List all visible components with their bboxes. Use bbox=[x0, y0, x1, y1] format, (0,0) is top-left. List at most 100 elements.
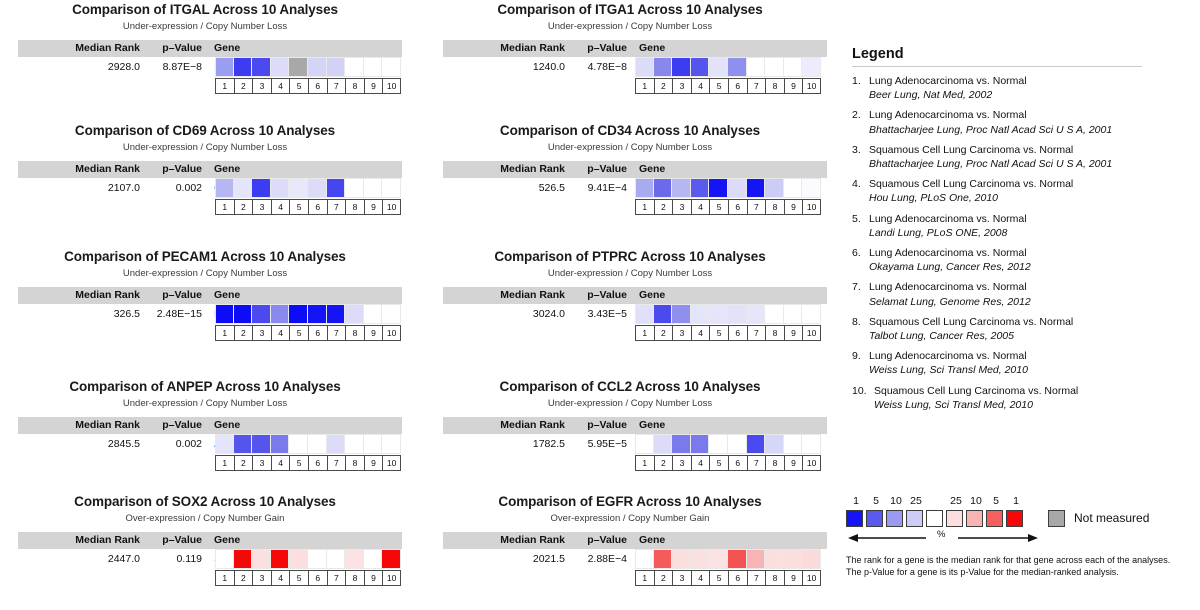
analysis-tick[interactable]: 4 bbox=[690, 199, 710, 215]
heat-cell[interactable] bbox=[765, 434, 784, 454]
analysis-tick[interactable]: 8 bbox=[765, 325, 784, 341]
heat-cell[interactable] bbox=[802, 434, 821, 454]
heat-cell[interactable] bbox=[783, 304, 803, 324]
heat-cell[interactable] bbox=[709, 304, 728, 324]
analysis-tick[interactable]: 3 bbox=[252, 199, 271, 215]
analysis-tick[interactable]: 1 bbox=[215, 199, 234, 215]
analysis-tick[interactable]: 6 bbox=[727, 325, 747, 341]
heat-cell[interactable] bbox=[345, 549, 364, 569]
analysis-tick[interactable]: 1 bbox=[635, 455, 654, 471]
heat-cell[interactable] bbox=[802, 57, 821, 77]
analysis-tick[interactable]: 6 bbox=[727, 78, 747, 94]
heat-cell[interactable] bbox=[215, 549, 234, 569]
analysis-tick[interactable]: 1 bbox=[215, 570, 234, 586]
analysis-tick[interactable]: 3 bbox=[672, 325, 691, 341]
heat-cell[interactable] bbox=[345, 434, 364, 454]
analysis-tick[interactable]: 7 bbox=[326, 199, 346, 215]
analysis-tick[interactable]: 7 bbox=[326, 455, 346, 471]
analysis-tick[interactable]: 2 bbox=[653, 455, 673, 471]
heat-cell[interactable] bbox=[307, 178, 327, 198]
analysis-tick[interactable]: 4 bbox=[270, 570, 290, 586]
heat-cell[interactable] bbox=[233, 434, 253, 454]
analysis-tick[interactable]: 8 bbox=[345, 455, 364, 471]
analysis-tick[interactable]: 1 bbox=[215, 455, 234, 471]
analysis-tick[interactable]: 6 bbox=[307, 455, 327, 471]
heat-cell[interactable] bbox=[746, 178, 766, 198]
heat-cell[interactable] bbox=[672, 549, 691, 569]
heat-cell[interactable] bbox=[727, 57, 747, 77]
heat-cell[interactable] bbox=[635, 178, 654, 198]
analysis-tick[interactable]: 5 bbox=[709, 570, 728, 586]
analysis-tick[interactable]: 10 bbox=[382, 455, 401, 471]
analysis-tick[interactable]: 2 bbox=[653, 325, 673, 341]
analysis-tick[interactable]: 10 bbox=[382, 199, 401, 215]
heat-cell[interactable] bbox=[307, 549, 327, 569]
heat-cell[interactable] bbox=[746, 304, 766, 324]
analysis-tick[interactable]: 8 bbox=[345, 570, 364, 586]
heat-cell[interactable] bbox=[802, 178, 821, 198]
heat-cell[interactable] bbox=[635, 304, 654, 324]
analysis-tick[interactable]: 2 bbox=[233, 570, 253, 586]
heat-cell[interactable] bbox=[270, 57, 290, 77]
heat-cell[interactable] bbox=[672, 434, 691, 454]
analysis-tick[interactable]: 9 bbox=[783, 455, 803, 471]
analysis-tick[interactable]: 6 bbox=[727, 455, 747, 471]
heat-cell[interactable] bbox=[270, 434, 290, 454]
heat-cell[interactable] bbox=[746, 549, 766, 569]
analysis-tick[interactable]: 8 bbox=[765, 455, 784, 471]
heat-cell[interactable] bbox=[289, 178, 308, 198]
heat-cell[interactable] bbox=[382, 434, 401, 454]
heat-cell[interactable] bbox=[690, 549, 710, 569]
analysis-tick[interactable]: 8 bbox=[765, 199, 784, 215]
heat-cell[interactable] bbox=[382, 549, 401, 569]
analysis-tick[interactable]: 2 bbox=[233, 78, 253, 94]
analysis-tick[interactable]: 5 bbox=[709, 455, 728, 471]
analysis-tick[interactable]: 8 bbox=[765, 78, 784, 94]
heat-cell[interactable] bbox=[326, 549, 346, 569]
heat-cell[interactable] bbox=[709, 434, 728, 454]
analysis-tick[interactable]: 10 bbox=[802, 78, 821, 94]
analysis-tick[interactable]: 1 bbox=[635, 570, 654, 586]
heat-cell[interactable] bbox=[765, 304, 784, 324]
analysis-tick[interactable]: 5 bbox=[289, 570, 308, 586]
analysis-tick[interactable]: 4 bbox=[690, 325, 710, 341]
heat-cell[interactable] bbox=[252, 178, 271, 198]
analysis-tick[interactable]: 3 bbox=[252, 570, 271, 586]
analysis-tick[interactable]: 8 bbox=[345, 199, 364, 215]
analysis-tick[interactable]: 6 bbox=[307, 325, 327, 341]
analysis-tick[interactable]: 3 bbox=[672, 455, 691, 471]
heat-cell[interactable] bbox=[653, 549, 673, 569]
heat-cell[interactable] bbox=[252, 434, 271, 454]
heat-cell[interactable] bbox=[802, 304, 821, 324]
heat-cell[interactable] bbox=[289, 549, 308, 569]
heat-cell[interactable] bbox=[307, 57, 327, 77]
heat-cell[interactable] bbox=[233, 549, 253, 569]
heat-cell[interactable] bbox=[345, 304, 364, 324]
analysis-tick[interactable]: 7 bbox=[746, 570, 766, 586]
analysis-tick[interactable]: 5 bbox=[289, 455, 308, 471]
heat-cell[interactable] bbox=[690, 57, 710, 77]
heat-cell[interactable] bbox=[363, 57, 383, 77]
analysis-tick[interactable]: 7 bbox=[746, 455, 766, 471]
analysis-tick[interactable]: 5 bbox=[709, 199, 728, 215]
analysis-tick[interactable]: 7 bbox=[746, 199, 766, 215]
analysis-tick[interactable]: 8 bbox=[765, 570, 784, 586]
heat-cell[interactable] bbox=[307, 304, 327, 324]
analysis-tick[interactable]: 2 bbox=[653, 570, 673, 586]
analysis-tick[interactable]: 7 bbox=[326, 570, 346, 586]
heat-cell[interactable] bbox=[727, 304, 747, 324]
heat-cell[interactable] bbox=[653, 434, 673, 454]
analysis-tick[interactable]: 9 bbox=[783, 78, 803, 94]
analysis-tick[interactable]: 1 bbox=[215, 78, 234, 94]
heat-cell[interactable] bbox=[709, 178, 728, 198]
heat-cell[interactable] bbox=[307, 434, 327, 454]
analysis-tick[interactable]: 3 bbox=[672, 78, 691, 94]
analysis-tick[interactable]: 6 bbox=[307, 199, 327, 215]
analysis-tick[interactable]: 5 bbox=[709, 325, 728, 341]
heat-cell[interactable] bbox=[382, 57, 401, 77]
heat-cell[interactable] bbox=[289, 57, 308, 77]
heat-cell[interactable] bbox=[326, 434, 346, 454]
analysis-tick[interactable]: 3 bbox=[252, 325, 271, 341]
heat-cell[interactable] bbox=[709, 57, 728, 77]
analysis-tick[interactable]: 7 bbox=[746, 78, 766, 94]
